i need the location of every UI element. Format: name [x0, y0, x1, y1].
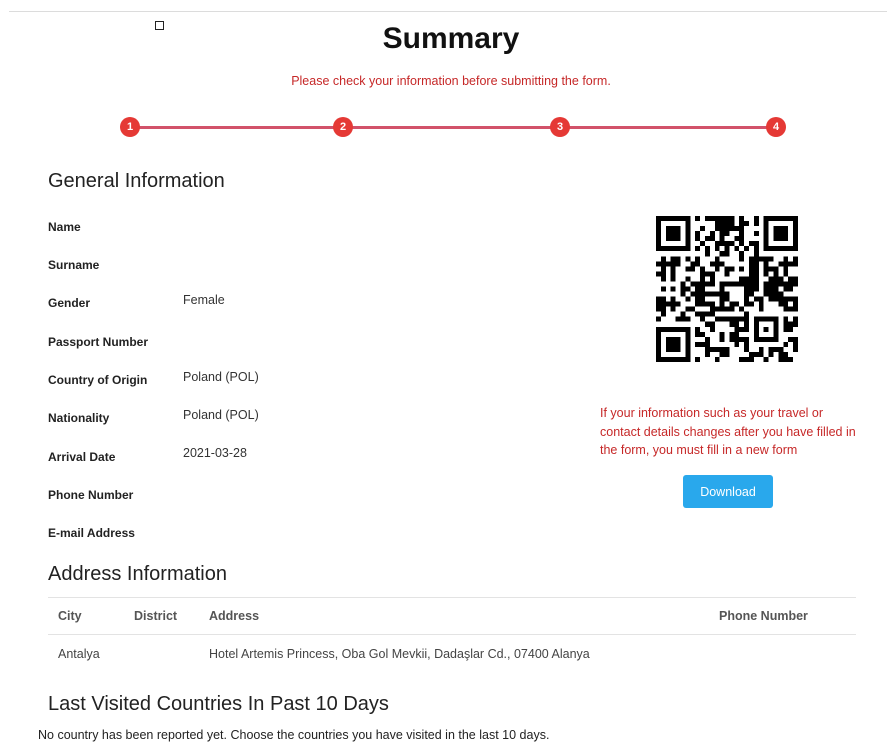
step-2[interactable]: 2 — [333, 117, 353, 137]
step-4[interactable]: 4 — [766, 117, 786, 137]
general-information-heading: General Information — [48, 170, 225, 192]
surname-label: Surname — [48, 258, 100, 272]
column-header-district: District — [134, 609, 178, 623]
update-notice: If your information such as your travel … — [600, 406, 856, 457]
nationality-value: Poland (POL) — [183, 408, 259, 422]
arrival-date-value: 2021-03-28 — [183, 446, 247, 460]
gender-value: Female — [183, 293, 225, 307]
country-of-origin-value: Poland (POL) — [183, 370, 259, 384]
page-subtitle: Please check your information before sub… — [291, 74, 611, 88]
download-button[interactable]: Download — [683, 475, 773, 508]
cell-address: Hotel Artemis Princess, Oba Gol Mevkii, … — [209, 647, 590, 661]
qr-code-icon — [656, 216, 798, 362]
column-header-city: City — [58, 609, 82, 623]
passport-number-label: Passport Number — [48, 335, 149, 349]
cell-city: Antalya — [58, 647, 100, 661]
country-of-origin-label: Country of Origin — [48, 373, 148, 387]
email-address-label: E-mail Address — [48, 526, 135, 540]
step-3[interactable]: 3 — [550, 117, 570, 137]
name-label: Name — [48, 220, 81, 234]
table-top-rule — [48, 597, 856, 598]
arrival-date-label: Arrival Date — [48, 450, 116, 464]
progress-stepper: 1 2 3 4 — [120, 117, 788, 139]
address-information-heading: Address Information — [48, 563, 227, 585]
phone-number-label: Phone Number — [48, 488, 134, 502]
table-header-rule — [48, 634, 856, 635]
column-header-address: Address — [209, 609, 260, 623]
stepper-line — [130, 126, 778, 129]
page-title: Summary — [382, 22, 520, 55]
nationality-label: Nationality — [48, 411, 110, 425]
no-country-message: No country has been reported yet. Choose… — [38, 728, 550, 742]
gender-label: Gender — [48, 296, 91, 310]
last-visited-countries-heading: Last Visited Countries In Past 10 Days — [48, 693, 389, 715]
step-1[interactable]: 1 — [120, 117, 140, 137]
top-divider — [9, 11, 887, 12]
column-header-phone-number: Phone Number — [719, 609, 808, 623]
